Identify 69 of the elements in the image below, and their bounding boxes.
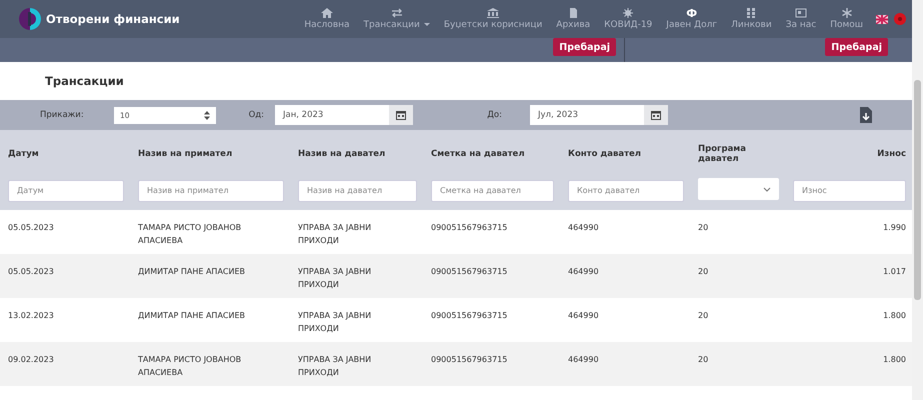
scrollbar-thumb[interactable] <box>914 80 921 300</box>
caret-icon <box>424 23 430 26</box>
nav-link[interactable]: Ф Јавен Долг <box>659 8 724 30</box>
table-cell: 464990 <box>568 311 599 320</box>
table-cell: ТАМАРА РИСТО ЈОВАНОВ АПАСИЕВА <box>138 223 242 245</box>
home-icon <box>320 8 333 18</box>
table-cell: 20 <box>698 223 708 232</box>
table-cell: 05.05.2023 <box>8 223 54 232</box>
column-header[interactable]: Конто давател <box>568 149 682 159</box>
table-cell: 090051567963715 <box>431 223 508 232</box>
table-cell: 1.017 <box>883 267 906 276</box>
column-header[interactable]: Програма давател <box>698 144 777 164</box>
table-cell: 13.02.2023 <box>8 311 54 320</box>
table-cell: 090051567963715 <box>431 355 508 364</box>
table-cell: ТАМАРА РИСТО ЈОВАНОВ АПАСИЕВА <box>138 355 242 377</box>
table-cell: УПРАВА ЗА ЈАВНИ ПРИХОДИ <box>298 311 372 333</box>
scrollbar[interactable] <box>912 0 923 400</box>
table-cell: ДИМИТАР ПАНЕ АПАСИЕВ <box>138 267 246 276</box>
grid-icon <box>745 8 758 18</box>
table-cell: УПРАВА ЗА ЈАВНИ ПРИХОДИ <box>298 267 372 289</box>
filter-field[interactable]: Датум <box>8 180 124 202</box>
column-header[interactable]: Назив на примател <box>138 149 282 159</box>
from-date-field[interactable]: Јан, 2023 <box>275 105 413 125</box>
search-button[interactable]: Пребарај <box>553 38 616 56</box>
show-label: Прикажи: <box>40 110 85 120</box>
table-cell: 1.990 <box>883 223 906 232</box>
filter-field[interactable]: Назив на примател <box>138 180 284 202</box>
download-icon[interactable] <box>860 107 872 123</box>
bank-icon <box>487 8 500 18</box>
table-cell: 090051567963715 <box>431 311 508 320</box>
calendar-icon <box>651 110 661 120</box>
table-cell: 20 <box>698 267 708 276</box>
table-cell: 20 <box>698 311 708 320</box>
column-header[interactable]: Износ <box>793 149 906 159</box>
column-header[interactable]: Сметка на давател <box>431 149 552 159</box>
table-cell: 05.05.2023 <box>8 267 54 276</box>
asterisk-icon <box>840 8 853 18</box>
column-header[interactable]: Назив на давател <box>298 149 415 159</box>
filter-field[interactable]: Конто давател <box>568 180 684 202</box>
filter-field[interactable]: Назив на давател <box>298 180 417 202</box>
table-cell: 464990 <box>568 267 599 276</box>
arrows-icon <box>390 8 403 18</box>
table-cell: 1.800 <box>883 311 906 320</box>
document-icon <box>567 8 580 18</box>
table-cell: 464990 <box>568 355 599 364</box>
table-cell: ДИМИТАР ПАНЕ АПАСИЕВ <box>138 311 246 320</box>
calendar-icon <box>396 110 406 120</box>
logo-icon <box>18 7 42 31</box>
to-label: До: <box>486 110 502 120</box>
table-cell: 09.02.2023 <box>8 355 54 364</box>
filter-field[interactable]: Износ <box>793 180 906 202</box>
to-date-field[interactable]: Јул, 2023 <box>530 105 668 125</box>
table-cell: 1.800 <box>883 355 906 364</box>
from-label: Од: <box>248 110 264 120</box>
table-cell: 464990 <box>568 223 599 232</box>
search-button[interactable]: Пребарај <box>825 38 888 56</box>
table-cell: 20 <box>698 355 708 364</box>
filter-field[interactable]: Сметка на давател <box>431 180 554 202</box>
section-title: Трансакции <box>45 74 124 88</box>
sort-icon <box>204 110 210 120</box>
brand-name[interactable]: Отворени финансии <box>46 12 180 26</box>
uk-flag-icon[interactable] <box>876 14 888 24</box>
chevron-down-icon <box>763 186 771 192</box>
column-header[interactable]: Датум <box>8 149 122 159</box>
card-icon <box>794 8 807 18</box>
table-cell: УПРАВА ЗА ЈАВНИ ПРИХОДИ <box>298 223 372 245</box>
filter-select[interactable] <box>698 178 779 200</box>
table-cell: УПРАВА ЗА ЈАВНИ ПРИХОДИ <box>298 355 372 377</box>
table-cell: 090051567963715 <box>431 267 508 276</box>
